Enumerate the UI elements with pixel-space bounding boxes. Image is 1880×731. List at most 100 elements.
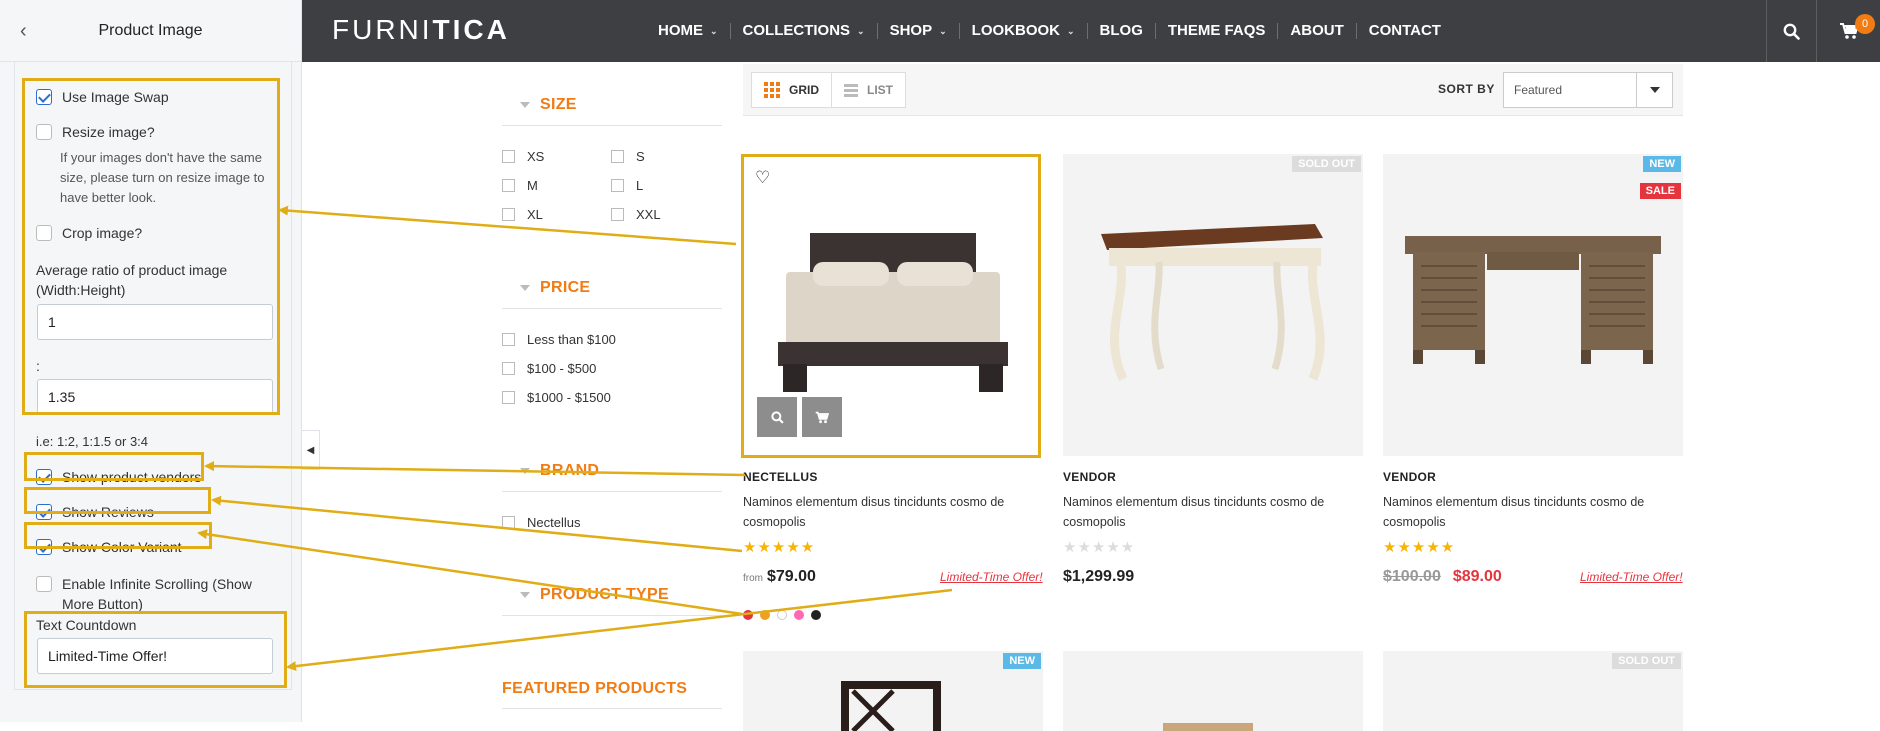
- product-title[interactable]: Naminos elementum disus tincidunts cosmo…: [1063, 492, 1353, 532]
- filter-size-xs[interactable]: XS: [502, 149, 544, 164]
- nav-about[interactable]: ABOUT: [1278, 22, 1357, 39]
- checkbox[interactable]: [502, 150, 515, 163]
- new-badge: NEW: [1003, 653, 1041, 669]
- sort-select-value: Featured: [1514, 83, 1563, 97]
- divider: [502, 308, 722, 309]
- search-button[interactable]: [1766, 0, 1816, 62]
- collapse-panel-button[interactable]: ◀: [302, 430, 320, 470]
- checkbox[interactable]: [502, 516, 515, 529]
- store-logo[interactable]: FURNITICA: [332, 14, 510, 46]
- checkbox[interactable]: [611, 179, 624, 192]
- infinite-scroll-checkbox[interactable]: [36, 576, 52, 592]
- view-toggle: GRID LIST: [751, 72, 906, 108]
- filter-price-title[interactable]: PRICE: [520, 279, 590, 297]
- filter-price-label: Less than $100: [527, 332, 616, 347]
- nav-contact[interactable]: CONTACT: [1357, 23, 1453, 39]
- sort-select[interactable]: Featured: [1503, 72, 1673, 108]
- product-price: from $79.00: [743, 568, 816, 586]
- rating-stars: ★★★★★: [1063, 539, 1136, 556]
- grid-view-button[interactable]: GRID: [752, 73, 831, 107]
- nav-blog[interactable]: BLOG: [1088, 23, 1156, 39]
- color-swatch-orange[interactable]: [760, 610, 770, 620]
- infinite-scroll-option[interactable]: Enable Infinite Scrolling (Show More But…: [36, 574, 256, 614]
- nav-home-label: HOME: [658, 22, 703, 39]
- nav-lookbook-label: LOOKBOOK: [971, 22, 1060, 39]
- checkbox[interactable]: [502, 362, 515, 375]
- filter-size-label: XL: [527, 207, 543, 222]
- filter-price-label: $100 - $500: [527, 361, 597, 376]
- chevron-down-icon: ⌄: [857, 26, 865, 36]
- filter-price-option[interactable]: $100 - $500: [502, 361, 596, 376]
- new-badge: NEW: [1643, 156, 1681, 172]
- checkbox[interactable]: [502, 333, 515, 346]
- search-icon: [1783, 23, 1800, 40]
- divider: [502, 615, 722, 616]
- color-swatch-black[interactable]: [811, 610, 821, 620]
- shelf-image: [841, 681, 941, 731]
- filter-product-type-title[interactable]: PRODUCT TYPE: [520, 586, 669, 604]
- checkbox[interactable]: [502, 208, 515, 221]
- price-from: from: [743, 573, 763, 584]
- filter-brand-title[interactable]: BRAND: [520, 462, 599, 480]
- nav-theme-faqs[interactable]: THEME FAQS: [1156, 23, 1279, 39]
- product-image[interactable]: [1063, 651, 1363, 731]
- cart-button[interactable]: 0: [1816, 0, 1880, 62]
- back-arrow-icon[interactable]: ‹: [20, 20, 27, 43]
- logo-bold-text: TICA: [432, 14, 510, 45]
- highlight-image-settings: [22, 78, 280, 415]
- nav-about-label: ABOUT: [1290, 22, 1344, 39]
- nav-blog-label: BLOG: [1099, 22, 1143, 39]
- list-icon: [844, 83, 858, 97]
- nav-shop-label: SHOP: [889, 22, 933, 39]
- featured-products-title: FEATURED PRODUCTS: [502, 680, 688, 697]
- filter-size-m[interactable]: M: [502, 178, 538, 193]
- checkbox[interactable]: [611, 150, 624, 163]
- list-view-button[interactable]: LIST: [831, 73, 905, 107]
- filter-price-label: $1000 - $1500: [527, 390, 611, 405]
- countdown-offer-text: Limited-Time Offer!: [940, 570, 1043, 584]
- filter-size-label: XS: [527, 149, 545, 164]
- checkbox[interactable]: [502, 179, 515, 192]
- nav-collections[interactable]: COLLECTIONS ⌄: [731, 23, 878, 39]
- grid-icon: [764, 82, 780, 98]
- product-image[interactable]: NEW: [743, 651, 1043, 731]
- product-image[interactable]: SOLD OUT: [1063, 154, 1363, 456]
- nav-collections-label: COLLECTIONS: [742, 22, 851, 39]
- filter-size-s[interactable]: S: [611, 149, 645, 164]
- filter-size-xl[interactable]: XL: [502, 207, 543, 222]
- sold-out-badge: SOLD OUT: [1292, 156, 1361, 172]
- collection-toolbar: GRID LIST SORT BY Featured: [743, 64, 1683, 116]
- product-vendor[interactable]: VENDOR: [1383, 470, 1436, 484]
- product-title[interactable]: Naminos elementum disus tincidunts cosmo…: [743, 492, 1033, 532]
- highlight-product-image: [741, 154, 1041, 458]
- sold-out-badge: SOLD OUT: [1612, 653, 1681, 669]
- infinite-scroll-label: Enable Infinite Scrolling (Show More But…: [62, 576, 252, 612]
- color-swatch-white[interactable]: [777, 610, 787, 620]
- color-swatch-red[interactable]: [743, 610, 753, 620]
- filter-size-title[interactable]: SIZE: [520, 96, 577, 114]
- filter-size-xxl[interactable]: XXL: [611, 207, 661, 222]
- product-vendor[interactable]: NECTELLUS: [743, 470, 818, 484]
- product-price: $100.00 $89.00: [1383, 568, 1502, 586]
- nav-home[interactable]: HOME ⌄: [646, 23, 731, 39]
- filter-price-option[interactable]: Less than $100: [502, 332, 616, 347]
- divider: [502, 491, 722, 492]
- chevron-down-icon: ⌄: [1067, 26, 1075, 36]
- cart-count-badge: 0: [1855, 14, 1875, 34]
- checkbox[interactable]: [611, 208, 624, 221]
- nav-lookbook[interactable]: LOOKBOOK ⌄: [960, 23, 1088, 39]
- filter-size-label: S: [636, 149, 645, 164]
- color-swatch-pink[interactable]: [794, 610, 804, 620]
- nav-shop[interactable]: SHOP ⌄: [878, 23, 960, 39]
- product-image[interactable]: NEW SALE: [1383, 154, 1683, 456]
- product-title[interactable]: Naminos elementum disus tincidunts cosmo…: [1383, 492, 1673, 532]
- product-image[interactable]: SOLD OUT: [1383, 651, 1683, 731]
- price-value: $79.00: [767, 568, 816, 585]
- filter-price-option[interactable]: $1000 - $1500: [502, 390, 611, 405]
- filter-size-label: XXL: [636, 207, 661, 222]
- product-vendor[interactable]: VENDOR: [1063, 470, 1116, 484]
- filter-brand-option[interactable]: Nectellus: [502, 515, 580, 530]
- checkbox[interactable]: [502, 391, 515, 404]
- filter-size-l[interactable]: L: [611, 178, 643, 193]
- grid-label: GRID: [789, 83, 819, 97]
